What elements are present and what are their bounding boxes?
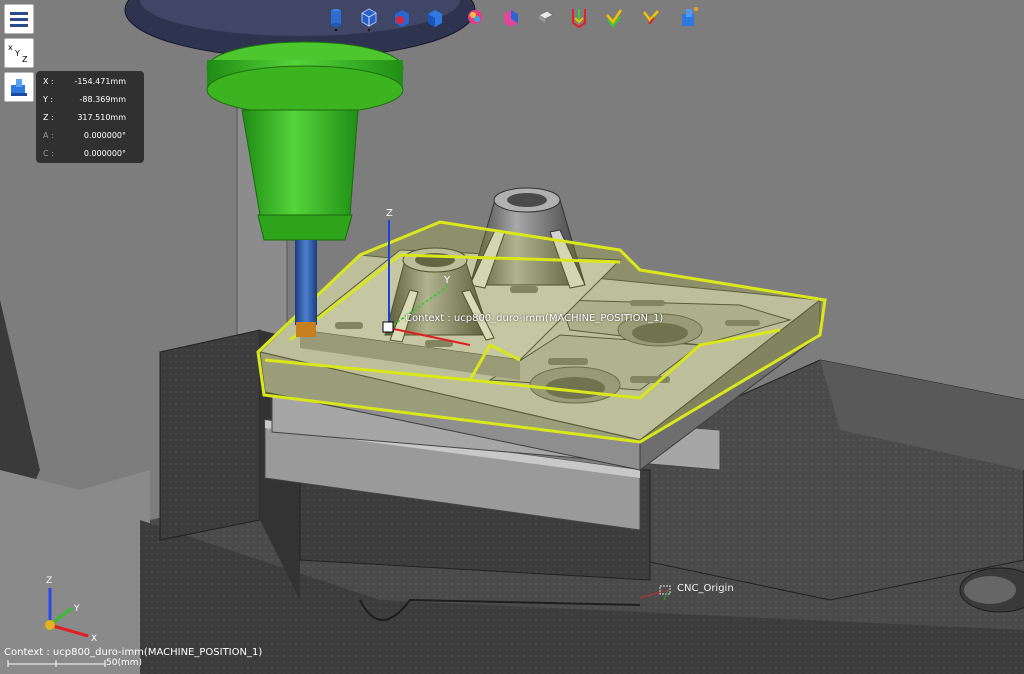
svg-text:X: X [91, 634, 97, 644]
coordinate-axis-label: A : [43, 131, 54, 140]
wireframe-cube-icon[interactable] [358, 6, 380, 32]
coordinate-readout: X : -154.471mm Y : -88.369mm Z : 317.510mm A :… [36, 71, 144, 163]
vise-screw-end [964, 576, 1016, 604]
stock-cube-icon[interactable] [391, 6, 413, 32]
coordinate-axis-label: C : [43, 149, 54, 158]
xyz-axes-icon: x Y Z [8, 43, 28, 64]
cutting-tool [295, 240, 317, 325]
coordinate-value: 0.000000° [83, 131, 126, 140]
cnc-origin-label: CNC_Origin [677, 583, 734, 594]
context-label: Context : ucp800_duro-imm(MACHINE_POSITI… [405, 313, 664, 324]
machine-view-button[interactable] [4, 72, 34, 102]
coordinate-row: X : -154.471mm [36, 73, 144, 91]
coordinate-value: 0.000000° [83, 149, 126, 158]
machine-scene[interactable]: Z Y Z Y X [0, 0, 1024, 674]
svg-text:Z: Z [22, 55, 28, 64]
menu-button[interactable] [4, 4, 34, 34]
material-removal-icon[interactable] [535, 6, 557, 32]
holder-flange-bottom [206, 65, 404, 115]
svg-text:Z: Z [46, 576, 52, 586]
vise-jaw-left [159, 329, 261, 541]
svg-text:Y: Y [73, 604, 80, 614]
coordinate-value: -154.471mm [74, 77, 126, 86]
coordinate-value: 317.510mm [77, 113, 126, 122]
3d-viewport[interactable]: Z Y Z Y X Context : ucp800_duro-imm(MACH… [0, 0, 1024, 674]
section-cube-icon[interactable] [500, 6, 522, 32]
cylinder-view-icon[interactable] [325, 6, 347, 32]
toolpath-check-icon[interactable] [603, 6, 625, 32]
svg-text:Y: Y [14, 49, 20, 58]
holder-taper [241, 109, 359, 216]
machine-base-left [0, 470, 150, 674]
tool-tip [296, 322, 316, 337]
machine-view-icon [11, 79, 27, 96]
boss-back-hole [507, 193, 547, 207]
toolpath-arrow-icon[interactable] [640, 6, 662, 32]
solid-cube-icon[interactable] [424, 6, 446, 32]
coordinate-row: Y : -88.369mm [36, 91, 144, 109]
scale-label: 50(mm) [106, 658, 143, 668]
color-sphere-icon[interactable] [464, 6, 486, 32]
coordinate-axis-label: Y : [43, 95, 54, 104]
svg-text:Y: Y [443, 275, 451, 286]
coordinate-value: -88.369mm [79, 95, 126, 104]
svg-text:x: x [8, 43, 13, 52]
coordinate-axis-label: X : [43, 77, 54, 86]
coordinate-row: A : 0.000000° [36, 127, 144, 145]
axes-button[interactable]: x Y Z [4, 38, 34, 68]
simulation-machine-icon[interactable] [677, 6, 699, 32]
coordinate-row: Z : 317.510mm [36, 109, 144, 127]
toolpath-down-icon[interactable] [568, 6, 590, 32]
menu-icon [10, 12, 28, 27]
holder-nose [257, 214, 353, 241]
status-context-text: Context : ucp800_duro-imm(MACHINE_POSITI… [4, 647, 263, 658]
coordinate-row: C : 0.000000° [36, 145, 144, 163]
coordinate-axis-label: Z : [43, 113, 54, 122]
svg-text:Z: Z [386, 208, 393, 219]
